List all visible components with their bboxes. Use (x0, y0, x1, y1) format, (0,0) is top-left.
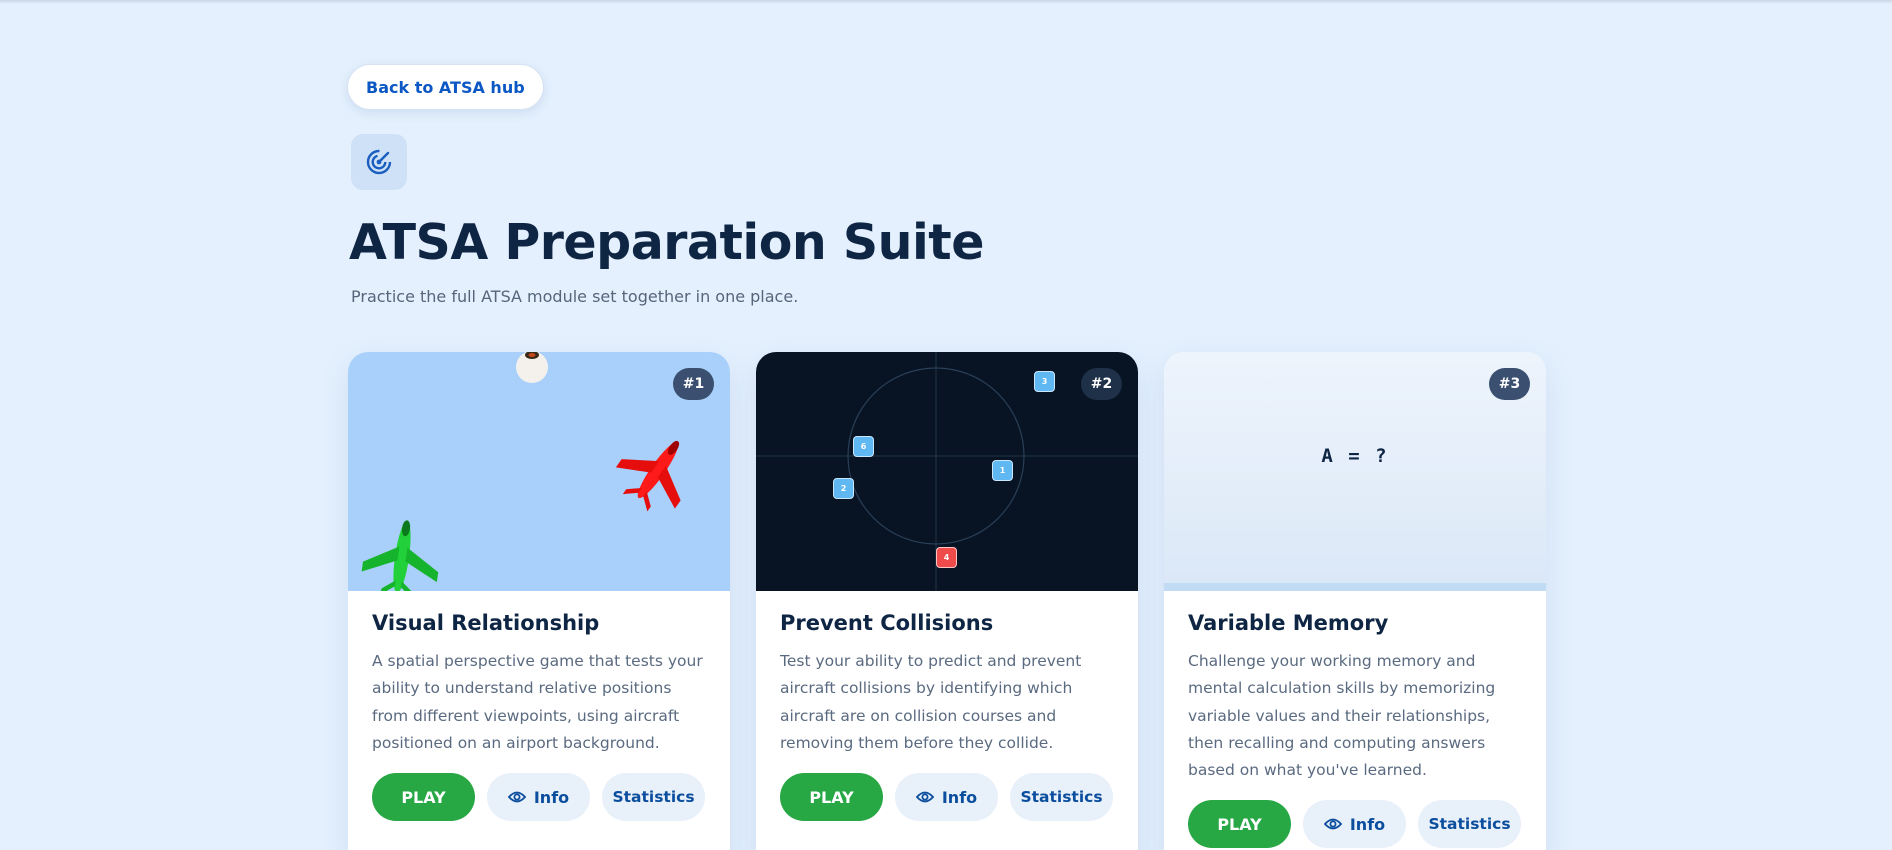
card-preview-radar: 3 6 1 2 4 #2 (756, 352, 1138, 591)
top-bar-shadow (0, 0, 1892, 4)
card-description: Test your ability to predict and prevent… (780, 652, 1082, 752)
info-button[interactable]: Info (487, 773, 590, 822)
radar-aircraft-tag[interactable]: 1 (992, 460, 1013, 481)
info-button[interactable]: Info (895, 773, 998, 822)
radar-icon (351, 134, 407, 190)
info-label: Info (941, 787, 978, 807)
rank-badge: #2 (1081, 368, 1122, 400)
play-button[interactable]: PLAY (372, 773, 475, 822)
page-subtitle: Practice the full ATSA module set togeth… (351, 287, 799, 306)
radar-aircraft-tag[interactable]: 2 (833, 478, 854, 499)
statistics-button[interactable]: Statistics (1418, 800, 1521, 849)
info-label: Info (533, 787, 570, 807)
info-button[interactable]: Info (1303, 800, 1406, 849)
rank-badge: #1 (673, 368, 714, 400)
card-title: Visual Relationship (372, 611, 600, 635)
rank-badge: #3 (1489, 368, 1530, 400)
card-preview-image: #1 (348, 352, 730, 591)
card-title: Variable Memory (1188, 611, 1389, 635)
module-card-visual-relationship: #1 Visual Relationship A spatial perspec… (348, 352, 730, 850)
green-airplane-icon (361, 520, 439, 591)
ball-icon (516, 352, 548, 383)
card-description: A spatial perspective game that tests yo… (372, 652, 703, 752)
module-card-variable-memory: A = ? #3 Variable Memory Challenge your … (1164, 352, 1546, 850)
radar-aircraft-tag[interactable]: 6 (853, 436, 874, 457)
card-preview-memory: A = ? #3 (1164, 352, 1546, 591)
eye-icon (507, 791, 526, 803)
play-button[interactable]: PLAY (1188, 800, 1291, 849)
red-airplane-icon (615, 440, 681, 512)
statistics-button[interactable]: Statistics (602, 773, 705, 822)
info-label: Info (1349, 814, 1386, 834)
radar-aircraft-tag-danger[interactable]: 4 (936, 547, 957, 568)
play-button[interactable]: PLAY (780, 773, 883, 822)
memory-preview-text: A = ? (1321, 445, 1389, 467)
statistics-button[interactable]: Statistics (1010, 773, 1113, 822)
radar-aircraft-tag[interactable]: 3 (1034, 371, 1055, 392)
eye-icon (1323, 819, 1342, 830)
card-description: Challenge your working memory and mental… (1188, 652, 1496, 780)
page-title: ATSA Preparation Suite (349, 214, 984, 271)
card-title: Prevent Collisions (780, 611, 994, 635)
module-card-prevent-collisions: 3 6 1 2 4 #2 Prevent Collisions Test you… (756, 352, 1138, 850)
eye-icon (915, 791, 934, 803)
back-to-hub-button[interactable]: Back to ATSA hub (347, 64, 544, 110)
